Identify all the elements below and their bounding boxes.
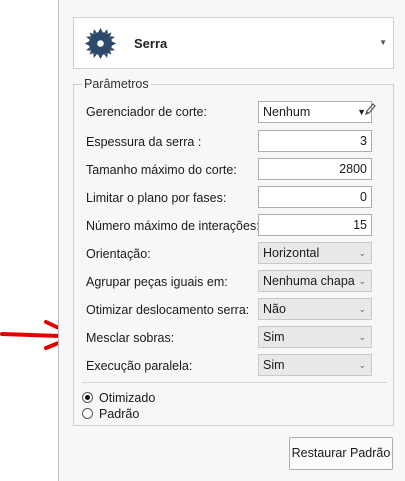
otimizar-value: Não bbox=[263, 302, 286, 316]
numero-input[interactable]: 15 bbox=[258, 214, 372, 236]
chevron-down-icon: ⌄ bbox=[358, 248, 366, 258]
edit-pencil-icon[interactable] bbox=[364, 102, 376, 116]
execucao-select[interactable]: Sim ⌄ bbox=[258, 354, 372, 376]
mesclar-label: Mesclar sobras: bbox=[86, 331, 175, 345]
mesclar-select[interactable]: Sim ⌄ bbox=[258, 326, 372, 348]
agrupar-label: Agrupar peças iguais em: bbox=[86, 275, 228, 289]
orientacao-label: Orientação: bbox=[86, 247, 151, 261]
gerenciador-label: Gerenciador de corte: bbox=[86, 105, 207, 119]
chevron-down-icon: ⌄ bbox=[358, 276, 366, 286]
tool-title: Serra bbox=[134, 36, 168, 51]
tamanho-input[interactable]: 2800 bbox=[258, 158, 372, 180]
saw-blade-icon bbox=[84, 27, 117, 60]
separator bbox=[82, 382, 387, 383]
parameters-group: Parâmetros Gerenciador de corte: Nenhum … bbox=[73, 77, 394, 426]
header-dropdown-icon[interactable]: ▼ bbox=[379, 38, 387, 47]
execucao-value: Sim bbox=[263, 358, 285, 372]
espessura-label: Espessura da serra : bbox=[86, 135, 202, 149]
restore-default-button[interactable]: Restaurar Padrão bbox=[289, 437, 393, 470]
settings-panel: Serra ▼ Parâmetros Gerenciador de corte:… bbox=[58, 0, 405, 481]
gerenciador-select[interactable]: Nenhum ▼ bbox=[258, 101, 372, 123]
limitar-input[interactable]: 0 bbox=[258, 186, 372, 208]
agrupar-select[interactable]: Nenhuma chapa ⌄ bbox=[258, 270, 372, 292]
radio-circle bbox=[82, 392, 93, 403]
chevron-down-icon: ⌄ bbox=[358, 360, 366, 370]
agrupar-value: Nenhuma chapa bbox=[263, 274, 355, 288]
group-legend: Parâmetros bbox=[82, 77, 151, 91]
chevron-down-icon: ⌄ bbox=[358, 332, 366, 342]
limitar-label: Limitar o plano por fases: bbox=[86, 191, 227, 205]
execucao-label: Execução paralela: bbox=[86, 359, 193, 373]
otimizar-select[interactable]: Não ⌄ bbox=[258, 298, 372, 320]
espessura-input[interactable]: 3 bbox=[258, 130, 372, 152]
tamanho-label: Tamanho máximo do corte: bbox=[86, 163, 237, 177]
mesclar-value: Sim bbox=[263, 330, 285, 344]
numero-label: Número máximo de interações: bbox=[86, 219, 260, 233]
radio-otimizado-label: Otimizado bbox=[99, 391, 156, 405]
otimizar-label: Otimizar deslocamento serra: bbox=[86, 303, 250, 317]
orientacao-value: Horizontal bbox=[263, 246, 320, 260]
radio-circle bbox=[82, 408, 93, 419]
radio-padrao-label: Padrão bbox=[99, 407, 140, 421]
chevron-down-icon: ⌄ bbox=[358, 304, 366, 314]
gerenciador-value: Nenhum bbox=[263, 105, 311, 119]
tool-header[interactable]: Serra ▼ bbox=[73, 17, 394, 69]
radio-selected-dot bbox=[85, 395, 90, 400]
orientacao-select[interactable]: Horizontal ⌄ bbox=[258, 242, 372, 264]
